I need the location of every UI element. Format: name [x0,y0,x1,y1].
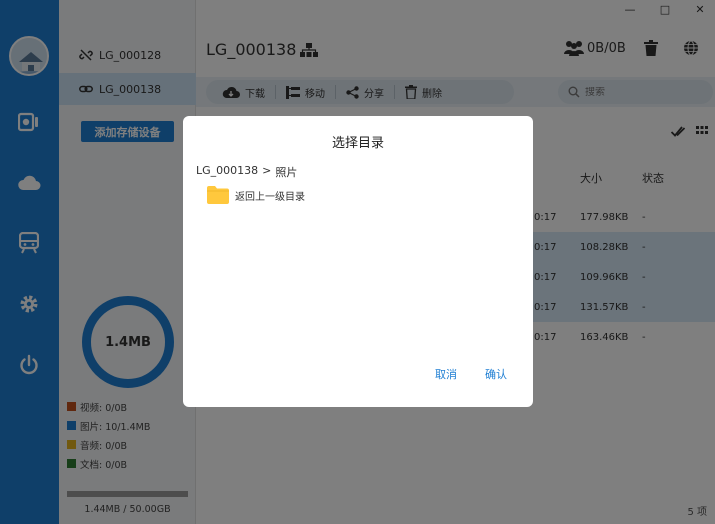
folder-label: 返回上一级目录 [235,191,305,203]
breadcrumb-current: 照片 [275,166,298,179]
folder-icon [207,186,229,204]
confirm-button[interactable]: 确认 [485,366,507,382]
breadcrumb: LG_000138 > 照片 [196,164,301,180]
dialog-title: 选择目录 [331,136,384,151]
go-up-folder-item[interactable]: 返回上一级目录 [207,186,305,204]
breadcrumb-separator: > [262,164,272,177]
select-directory-dialog: 选择目录 LG_000138 > 照片 返回上一级目录 取消 确认 [183,116,533,407]
cancel-button[interactable]: 取消 [435,366,457,382]
breadcrumb-root[interactable]: LG_000138 [196,164,258,180]
